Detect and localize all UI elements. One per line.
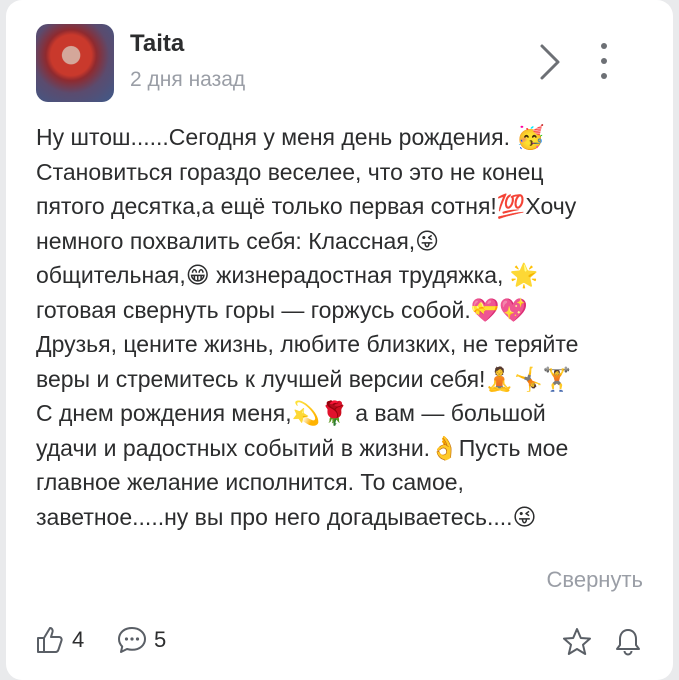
chevron-right-icon[interactable] <box>536 42 564 82</box>
like-button[interactable]: 4 <box>34 624 84 656</box>
bell-icon[interactable] <box>612 626 644 658</box>
comments-count: 5 <box>154 627 167 652</box>
comment-button[interactable]: 5 <box>116 624 166 656</box>
post-text: Ну штош......Сегодня у меня день рождени… <box>36 124 579 530</box>
collapse-button[interactable]: Свернуть <box>547 567 644 593</box>
post-card: Taita 2 дня назад Ну штош......Сегодня у… <box>6 0 673 680</box>
author-name[interactable]: Taita <box>130 30 184 58</box>
avatar[interactable] <box>36 24 114 102</box>
thumbs-up-icon <box>37 627 63 653</box>
post-time: 2 дня назад <box>130 68 246 91</box>
comment-icon <box>118 627 146 653</box>
star-icon[interactable] <box>561 626 593 658</box>
likes-count: 4 <box>72 627 85 652</box>
more-vertical-icon[interactable] <box>596 40 612 82</box>
